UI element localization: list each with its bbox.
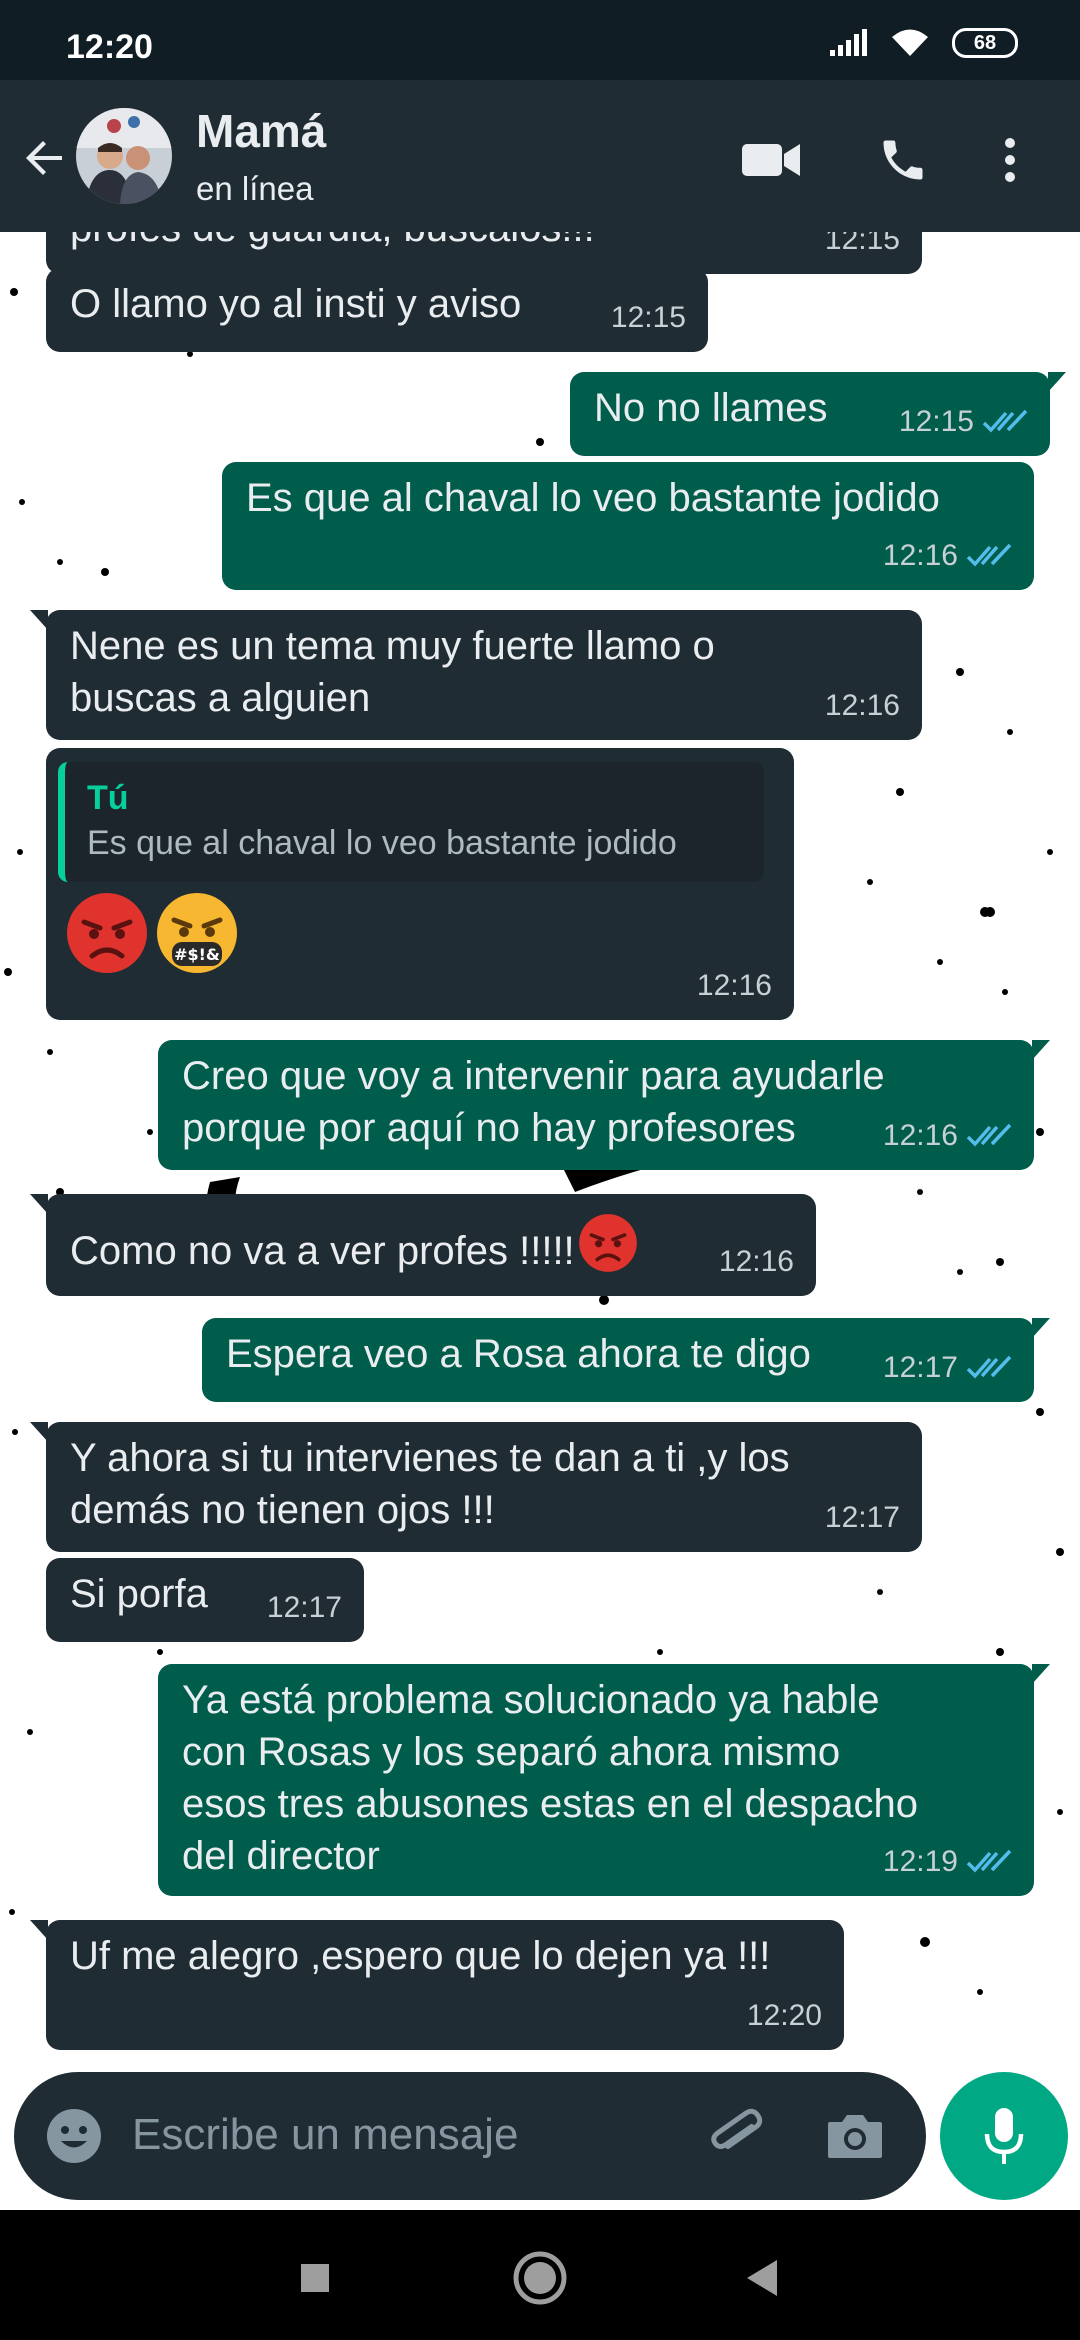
message-outgoing[interactable]: No no llames 12:15	[570, 372, 1066, 456]
message-meta: 12:17	[883, 1342, 1012, 1394]
cursing-face-emoji: #$!&	[157, 893, 237, 973]
message-time: 12:16	[882, 1119, 958, 1152]
svg-text:#$!&: #$!&	[174, 945, 220, 964]
message-meta: 12:19	[883, 1836, 1012, 1888]
message-outgoing[interactable]: Espera veo a Rosa ahora te digo 12:17	[202, 1318, 1050, 1402]
system-nav-bar	[0, 2210, 1080, 2340]
avatar[interactable]	[76, 108, 172, 204]
message-time: 12:15	[610, 301, 686, 334]
read-ticks-icon	[966, 1355, 1012, 1379]
nav-back-icon[interactable]	[735, 2250, 791, 2306]
signal-icon	[830, 29, 867, 56]
quoted-message[interactable]: Tú Es que al chaval lo veo bastante jodi…	[58, 762, 764, 882]
message-meta: 12:15	[611, 292, 686, 344]
message-incoming[interactable]: O llamo yo al insti y aviso 12:15	[46, 268, 708, 352]
camera-icon[interactable]	[824, 2106, 886, 2168]
quote-text: Es que al chaval lo veo bastante jodido	[87, 824, 677, 862]
message-time: 12:17	[882, 1351, 958, 1384]
message-text: Creo que voy a intervenir para ayudarle …	[182, 1054, 885, 1150]
attach-icon[interactable]	[704, 2102, 770, 2168]
more-vert-icon	[1005, 138, 1015, 182]
read-ticks-icon	[966, 543, 1012, 567]
read-ticks-icon	[966, 1849, 1012, 1873]
message-text: O llamo yo al insti y aviso	[70, 282, 522, 326]
message-time: 12:20	[746, 1999, 822, 2032]
message-input-placeholder: Escribe un mensaje	[132, 2110, 519, 2159]
message-outgoing[interactable]: Es que al chaval lo veo bastante jodido …	[222, 462, 1034, 590]
message-incoming[interactable]: Nene es un tema muy fuerte llamo o busca…	[30, 610, 922, 740]
message-meta: 12:16	[883, 1110, 1012, 1162]
angry-face-emoji	[578, 1214, 637, 1272]
emoji-row: #$!&	[64, 890, 772, 976]
message-meta: 12:16	[697, 960, 772, 1012]
voice-message-button[interactable]	[940, 2072, 1068, 2200]
message-reply[interactable]: Tú Es que al chaval lo veo bastante jodi…	[46, 748, 794, 1020]
message-time: 12:16	[824, 689, 900, 722]
message-incoming[interactable]: Como no va a ver profes !!!!! 12:16	[30, 1194, 816, 1296]
message-text: Y ahora si tu intervienes te dan a ti ,y…	[70, 1436, 790, 1532]
video-call-icon	[742, 144, 800, 176]
message-outgoing[interactable]: Creo que voy a intervenir para ayudarle …	[158, 1040, 1050, 1170]
message-time: 12:16	[882, 539, 958, 572]
message-text: Como no va a ver profes !!!!!	[70, 1229, 575, 1273]
message-meta: 12:17	[267, 1582, 342, 1634]
status-icons: 68	[828, 28, 1018, 58]
message-text: Espera veo a Rosa ahora te digo	[226, 1332, 811, 1376]
voice-call-button[interactable]	[863, 120, 943, 200]
read-ticks-icon	[982, 409, 1028, 433]
composer-bar: Escribe un mensaje	[0, 2072, 1080, 2210]
message-meta: 12:16	[825, 680, 900, 732]
status-time: 12:20	[66, 28, 153, 66]
message-meta: 12:15	[899, 396, 1028, 448]
message-time: 12:15	[898, 405, 974, 438]
emoji-icon[interactable]	[44, 2106, 104, 2166]
back-arrow-icon[interactable]	[18, 130, 74, 186]
message-meta: 12:16	[883, 530, 1012, 582]
message-text: profes de guardia, buscalos!!!	[70, 232, 595, 250]
message-text: Uf me alegro ,espero que lo dejen ya !!!	[70, 1934, 771, 1978]
message-input-field[interactable]: Escribe un mensaje	[14, 2072, 926, 2200]
message-text: Ya está problema solucionado ya hable co…	[182, 1678, 919, 1878]
more-options-button[interactable]	[980, 120, 1040, 200]
chat-area[interactable]: profes de guardia, buscalos!!! 12:15 O l…	[0, 232, 1080, 2072]
contact-status: en línea	[196, 170, 314, 207]
message-meta: 12:17	[825, 1492, 900, 1544]
message-incoming[interactable]: Uf me alegro ,espero que lo dejen ya !!!…	[30, 1920, 844, 2050]
read-ticks-icon	[966, 1123, 1012, 1147]
message-text: Es que al chaval lo veo bastante jodido	[246, 476, 940, 520]
chat-header: Mamá en línea	[0, 80, 1080, 232]
message-time: 12:19	[882, 1845, 958, 1878]
message-time: 12:16	[718, 1245, 794, 1278]
message-meta: 12:15	[825, 232, 900, 266]
video-call-button[interactable]	[731, 120, 811, 200]
status-bar: 12:20 68	[0, 0, 1080, 80]
message-incoming[interactable]: Si porfa 12:17	[46, 1558, 364, 1642]
battery-level: 68	[973, 31, 997, 54]
wifi-icon	[892, 29, 928, 56]
message-incoming[interactable]: Y ahora si tu intervienes te dan a ti ,y…	[30, 1422, 922, 1552]
message-text: Nene es un tema muy fuerte llamo o busca…	[70, 624, 715, 720]
message-time: 12:16	[696, 969, 772, 1002]
contact-name[interactable]: Mamá	[196, 104, 326, 158]
message-text: Si porfa	[70, 1572, 208, 1616]
angry-face-emoji	[67, 893, 147, 973]
nav-square-icon[interactable]	[287, 2250, 343, 2306]
mic-icon	[984, 2108, 1024, 2164]
quote-author: Tú	[87, 779, 129, 817]
phone-icon	[883, 140, 923, 180]
message-outgoing[interactable]: Ya está problema solucionado ya hable co…	[158, 1664, 1050, 1896]
message-time: 12:17	[824, 1501, 900, 1534]
message-meta: 12:20	[747, 1990, 822, 2042]
message-text: No no llames	[594, 386, 828, 430]
battery-indicator: 68	[952, 28, 1018, 58]
nav-circle-icon[interactable]	[510, 2248, 570, 2308]
message-time: 12:15	[824, 232, 900, 256]
message-meta: 12:16	[719, 1236, 794, 1288]
message-time: 12:17	[266, 1591, 342, 1624]
